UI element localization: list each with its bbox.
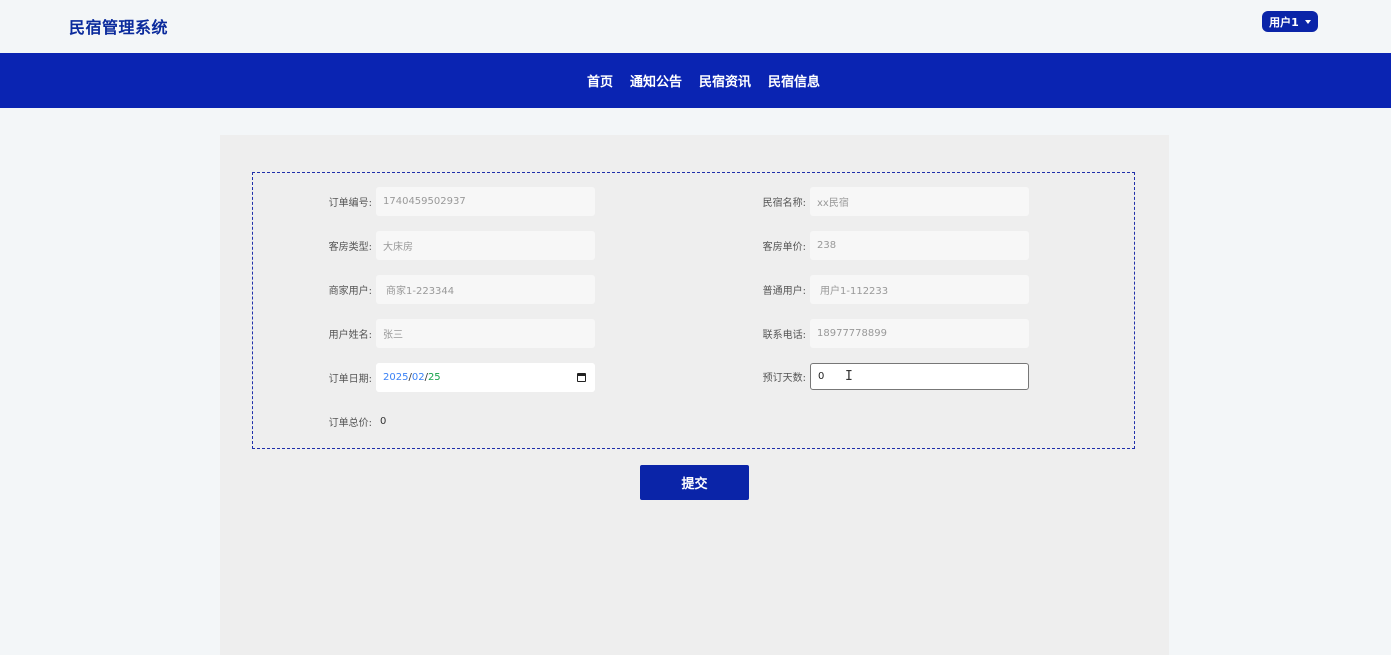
order-form: 订单编号: 1740459502937 民宿名称: xx民宿 客房类型: 大床房… bbox=[252, 172, 1135, 449]
room-type-field: 客房类型: 大床房 bbox=[256, 231, 595, 260]
room-type-label: 客房类型: bbox=[328, 242, 372, 253]
phone-input[interactable]: 18977778899 bbox=[810, 319, 1029, 348]
homestay-name-label: 民宿名称: bbox=[762, 198, 806, 209]
room-price-input[interactable]: 238 bbox=[810, 231, 1029, 260]
homestay-name-field: 民宿名称: xx民宿 bbox=[690, 187, 1029, 216]
top-header: 民宿管理系统 用户1 bbox=[0, 0, 1391, 52]
date-day: 25 bbox=[427, 372, 441, 383]
merchant-user-input[interactable]: 商家1-223344 bbox=[376, 275, 595, 304]
date-year: 2025 bbox=[383, 372, 409, 383]
normal-user-input[interactable]: 用户1-112233 bbox=[810, 275, 1029, 304]
merchant-user-label: 商家用户: bbox=[328, 286, 372, 297]
main-nav: 首页 通知公告 民宿资讯 民宿信息 bbox=[0, 53, 1391, 108]
phone-label: 联系电话: bbox=[762, 330, 806, 341]
merchant-user-field: 商家用户: 商家1-223344 bbox=[256, 275, 595, 304]
nav-item-news[interactable]: 民宿资讯 bbox=[699, 71, 751, 90]
total-value: 0 bbox=[380, 416, 387, 427]
nav-item-homestay-info[interactable]: 民宿信息 bbox=[768, 71, 820, 90]
user-menu-label: 用户1 bbox=[1269, 15, 1299, 29]
days-value: 0 bbox=[818, 371, 825, 382]
app-title: 民宿管理系统 bbox=[69, 18, 169, 37]
order-date-field: 订单日期: 2025/02/25 bbox=[256, 363, 595, 392]
days-field: 预订天数: 0 I bbox=[690, 363, 1029, 390]
user-name-label: 用户姓名: bbox=[328, 330, 372, 341]
days-input[interactable]: 0 I bbox=[810, 363, 1029, 390]
order-no-field: 订单编号: 1740459502937 bbox=[256, 187, 595, 216]
user-menu-button[interactable]: 用户1 bbox=[1262, 11, 1318, 32]
order-date-input[interactable]: 2025/02/25 bbox=[376, 363, 595, 392]
caret-down-icon bbox=[1304, 19, 1311, 24]
nav-item-notices[interactable]: 通知公告 bbox=[630, 71, 682, 90]
normal-user-field: 普通用户: 用户1-112233 bbox=[690, 275, 1029, 304]
order-no-input[interactable]: 1740459502937 bbox=[376, 187, 595, 216]
nav-item-home[interactable]: 首页 bbox=[587, 71, 613, 90]
order-date-label: 订单日期: bbox=[328, 374, 372, 385]
user-name-field: 用户姓名: 张三 bbox=[256, 319, 595, 348]
total-field: 订单总价: 0 bbox=[256, 407, 387, 436]
room-type-input[interactable]: 大床房 bbox=[376, 231, 595, 260]
user-name-input[interactable]: 张三 bbox=[376, 319, 595, 348]
text-cursor-icon: I bbox=[845, 369, 853, 384]
submit-button[interactable]: 提交 bbox=[640, 465, 749, 500]
days-label: 预订天数: bbox=[762, 373, 806, 384]
phone-field: 联系电话: 18977778899 bbox=[690, 319, 1029, 348]
room-price-label: 客房单价: bbox=[762, 242, 806, 253]
total-label: 订单总价: bbox=[328, 418, 372, 429]
homestay-name-input[interactable]: xx民宿 bbox=[810, 187, 1029, 216]
order-no-label: 订单编号: bbox=[328, 198, 372, 209]
date-month: 02 bbox=[411, 372, 425, 383]
room-price-field: 客房单价: 238 bbox=[690, 231, 1029, 260]
normal-user-label: 普通用户: bbox=[762, 286, 806, 297]
calendar-icon[interactable] bbox=[577, 373, 586, 382]
